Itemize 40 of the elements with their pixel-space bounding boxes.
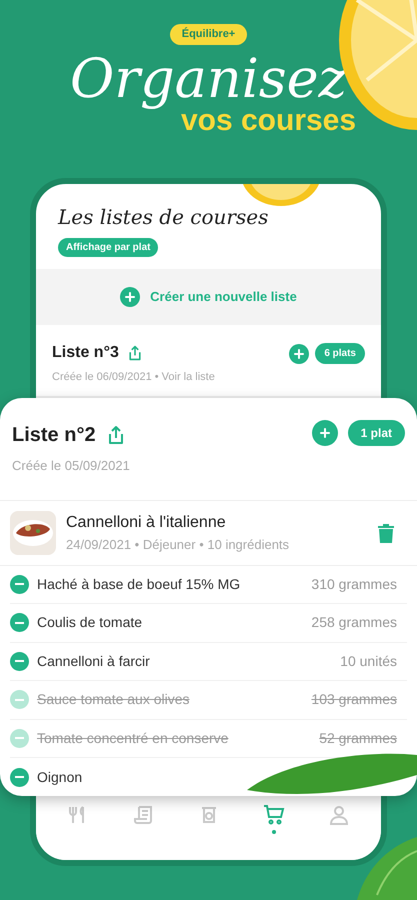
ingredient-quantity: 52 grammes [319, 728, 397, 748]
scroll-icon [132, 804, 154, 826]
ingredient-name: Sauce tomate aux olives [37, 690, 191, 710]
list-title: Liste n°2 [12, 423, 96, 448]
dish-count: 1 plat [348, 420, 405, 446]
profile-icon [328, 804, 350, 826]
plus-icon [294, 348, 304, 358]
ingredient-name: Cannelloni à farcir [37, 652, 151, 671]
list-meta: Créée le 06/09/2021 • Voir la liste [52, 370, 216, 385]
dish-count: 6 plats [315, 343, 365, 364]
ingredient-name: Oignon [37, 768, 84, 787]
remove-button[interactable] [10, 613, 29, 632]
ingredient-quantity: 258 grammes [311, 613, 397, 632]
ingredient-name: Tomate concentré en conserve [37, 728, 230, 748]
add-button[interactable] [289, 344, 310, 364]
remove-button[interactable] [10, 652, 29, 671]
remove-button[interactable] [10, 768, 29, 787]
list-title: Liste n°3 [52, 343, 119, 363]
view-toggle[interactable]: Affichage par plat [58, 238, 158, 257]
ingredient-name: Coulis de tomate [37, 613, 144, 632]
ingredient-quantity: 310 grammes [311, 574, 397, 594]
list-meta: Créée le 05/09/2021 [12, 457, 131, 475]
cart-icon [262, 804, 284, 826]
plus-icon [320, 428, 330, 438]
ingredient-quantity: 103 grammes [311, 690, 397, 710]
plus-icon [125, 292, 136, 302]
remove-button[interactable] [10, 574, 29, 594]
remove-button[interactable] [10, 728, 29, 748]
nav-tab[interactable] [262, 804, 286, 834]
brand-badge: Équilibre+ [170, 24, 248, 44]
ingredient-name: Haché à base de boeuf 15% MG [37, 574, 242, 594]
remove-button[interactable] [10, 690, 29, 710]
dish-meta: 24/09/2021 • Déjeuner • 10 ingrédients [66, 536, 290, 554]
add-button[interactable] [312, 420, 338, 446]
trash-icon[interactable] [377, 522, 395, 542]
dish-name: Cannelloni à l'italienne [66, 512, 227, 533]
page-title: Les listes de courses [58, 204, 268, 231]
ingredient-quantity: 10 unités [340, 652, 397, 671]
create-list-button[interactable]: Créer une nouvelle liste [120, 287, 297, 307]
share-icon[interactable] [126, 345, 143, 361]
